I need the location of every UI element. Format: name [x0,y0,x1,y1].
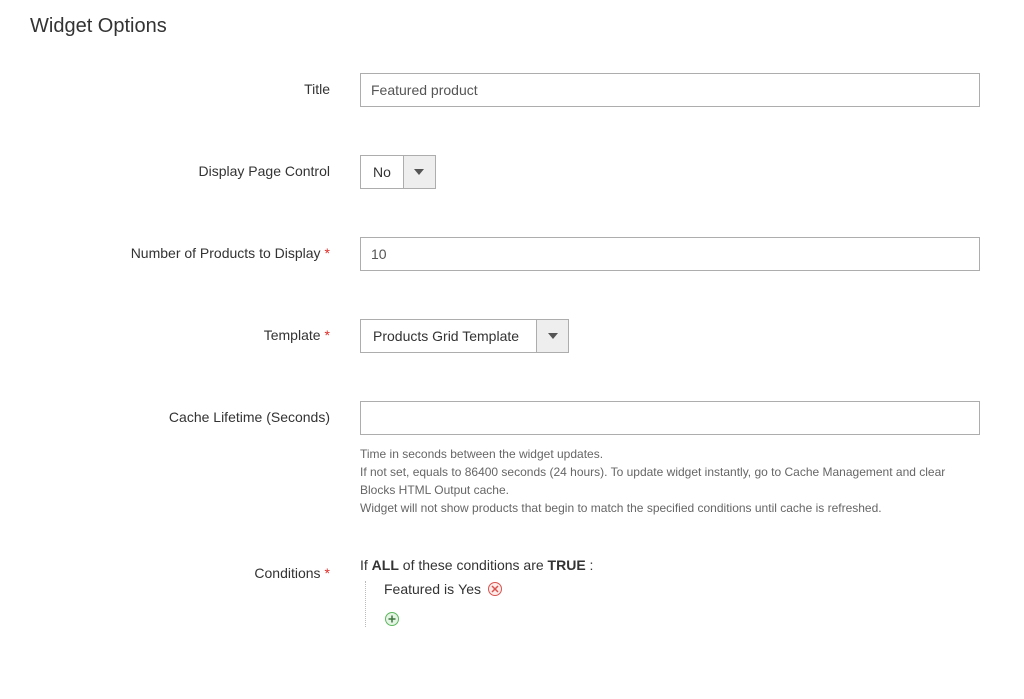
chevron-down-icon [536,320,568,352]
cache-lifetime-input[interactable] [360,401,980,435]
title-input[interactable] [360,73,980,107]
cache-lifetime-help: Time in seconds between the widget updat… [360,445,980,517]
display-page-control-label: Display Page Control [30,155,360,179]
conditions-editor: If ALL of these conditions are TRUE : Fe… [360,557,980,627]
conditions-combiner[interactable]: If ALL of these conditions are TRUE : [360,557,980,573]
template-select[interactable]: Products Grid Template [360,319,569,353]
cache-lifetime-label: Cache Lifetime (Seconds) [30,401,360,425]
template-label: Template* [30,319,360,343]
chevron-down-icon [403,156,435,188]
condition-rule[interactable]: Featured is Yes [384,581,980,597]
num-products-input[interactable] [360,237,980,271]
conditions-label: Conditions* [30,557,360,581]
title-label: Title [30,73,360,97]
num-products-label: Number of Products to Display* [30,237,360,261]
section-title: Widget Options [30,10,994,38]
remove-condition-icon[interactable] [485,581,503,597]
add-icon [384,611,400,627]
add-condition-button[interactable] [384,611,980,627]
display-page-control-select[interactable]: No [360,155,436,189]
